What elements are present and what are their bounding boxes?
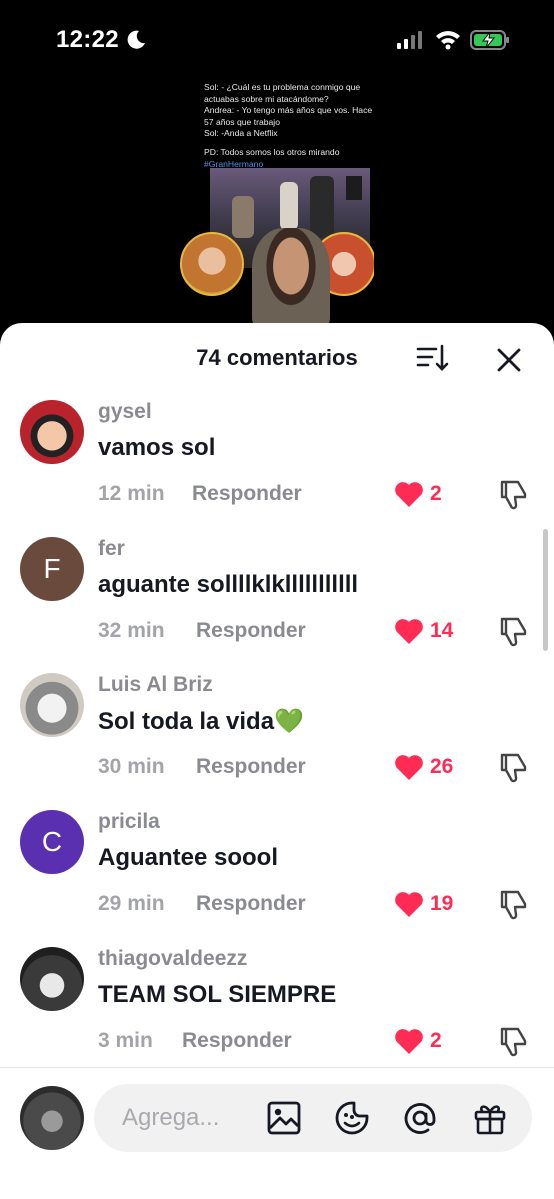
avatar[interactable]: C bbox=[20, 810, 84, 874]
image-icon[interactable] bbox=[266, 1100, 302, 1136]
comment-input-bar: Agrega... bbox=[0, 1067, 554, 1199]
sort-icon[interactable] bbox=[416, 343, 450, 373]
status-bar: 12:22 bbox=[0, 0, 554, 80]
channel-logo-icon bbox=[346, 176, 362, 200]
avatar[interactable] bbox=[20, 673, 84, 737]
avatar[interactable]: F bbox=[20, 537, 84, 601]
dislike-icon[interactable] bbox=[498, 888, 528, 920]
comment-input[interactable]: Agrega... bbox=[94, 1084, 532, 1152]
comment-username[interactable]: gysel bbox=[98, 400, 152, 424]
like-count: 19 bbox=[430, 892, 454, 915]
comment-time: 32 min bbox=[98, 619, 165, 642]
emoji-icon[interactable] bbox=[334, 1100, 370, 1136]
video-creator bbox=[252, 228, 330, 326]
moon-icon bbox=[127, 30, 145, 49]
comment-username[interactable]: Luis Al Briz bbox=[98, 673, 213, 697]
gift-icon[interactable] bbox=[472, 1100, 508, 1136]
heart-icon[interactable] bbox=[394, 890, 424, 918]
dislike-icon[interactable] bbox=[498, 615, 528, 647]
heart-icon[interactable] bbox=[394, 753, 424, 781]
comment-input-placeholder[interactable]: Agrega... bbox=[122, 1104, 219, 1132]
mention-icon[interactable] bbox=[402, 1100, 438, 1136]
video-post-dialogue: Sol: - ¿Cuál es tu problema conmigo que … bbox=[204, 82, 373, 139]
like-count: 2 bbox=[430, 482, 442, 505]
avatar-letter: F bbox=[43, 553, 61, 584]
heart-icon[interactable] bbox=[394, 1027, 424, 1055]
dislike-icon[interactable] bbox=[498, 478, 528, 510]
comment-item: F fer aguante sollllklklllllllllll 32 mi… bbox=[0, 537, 554, 674]
video-preview[interactable]: Sol: - ¿Cuál es tu problema conmigo que … bbox=[180, 80, 374, 326]
comment-text: vamos sol bbox=[98, 434, 216, 461]
dislike-icon[interactable] bbox=[498, 1025, 528, 1057]
like-count: 14 bbox=[430, 619, 454, 642]
comment-text: aguante sollllklklllllllllll bbox=[98, 571, 359, 598]
dislike-icon[interactable] bbox=[498, 751, 528, 783]
comment-item: gysel vamos sol 12 min Responder 2 bbox=[0, 400, 554, 537]
avatar[interactable] bbox=[20, 947, 84, 1011]
wifi-icon bbox=[436, 31, 460, 50]
avatar[interactable] bbox=[20, 400, 84, 464]
comments-count-title: 74 comentarios bbox=[196, 345, 358, 370]
video-face-left bbox=[180, 232, 244, 296]
reply-button[interactable]: Responder bbox=[182, 1029, 292, 1053]
avatar-letter: C bbox=[41, 826, 63, 857]
close-icon[interactable] bbox=[494, 345, 524, 375]
status-time: 12:22 bbox=[56, 26, 119, 53]
signal-icon bbox=[397, 31, 422, 49]
reply-button[interactable]: Responder bbox=[196, 755, 306, 779]
reply-button[interactable]: Responder bbox=[196, 619, 306, 643]
avatar[interactable] bbox=[20, 1086, 84, 1150]
comment-time: 29 min bbox=[98, 892, 165, 915]
comment-time: 12 min bbox=[98, 482, 165, 505]
heart-icon[interactable] bbox=[394, 617, 424, 645]
comment-username[interactable]: fer bbox=[98, 537, 125, 561]
like-count: 2 bbox=[430, 1029, 442, 1052]
comment-time: 3 min bbox=[98, 1029, 153, 1052]
comment-item: thiagovaldeezz TEAM SOL SIEMPRE 3 min Re… bbox=[0, 947, 554, 1084]
comment-text: TEAM SOL SIEMPRE bbox=[98, 981, 337, 1008]
reply-button[interactable]: Responder bbox=[196, 892, 306, 916]
comment-item: C pricila Aguantee soool 29 min Responde… bbox=[0, 810, 554, 947]
comment-username[interactable]: pricila bbox=[98, 810, 160, 834]
like-count: 26 bbox=[430, 755, 454, 778]
video-post-text: Sol: - ¿Cuál es tu problema conmigo que … bbox=[204, 80, 374, 170]
comment-item: Luis Al Briz Sol toda la vida💚 30 min Re… bbox=[0, 673, 554, 810]
reply-button[interactable]: Responder bbox=[192, 482, 302, 506]
comment-time: 30 min bbox=[98, 755, 165, 778]
heart-icon[interactable] bbox=[394, 480, 424, 508]
video-post-footer: PD: Todos somos los otros mirando bbox=[204, 146, 340, 157]
battery-charging-icon bbox=[470, 30, 509, 50]
comment-text: Aguantee soool bbox=[98, 844, 279, 871]
comment-text: Sol toda la vida💚 bbox=[98, 708, 304, 735]
comment-username[interactable]: thiagovaldeezz bbox=[98, 947, 247, 971]
